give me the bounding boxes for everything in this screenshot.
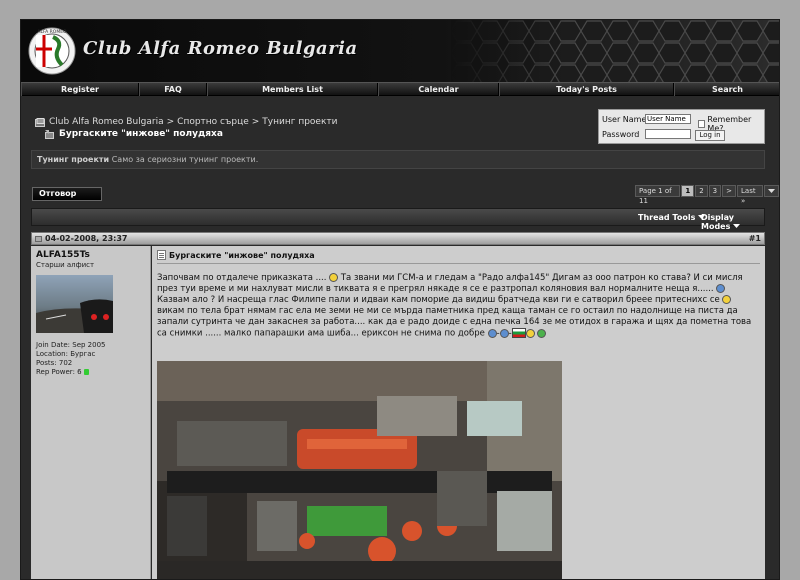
post-date: 04-02-2008, 23:37 — [45, 234, 128, 243]
page-3[interactable]: 3 — [708, 185, 722, 197]
smiley-icon — [716, 284, 726, 293]
breadcrumb-separator: > — [166, 117, 175, 127]
last-page[interactable]: Last » — [737, 185, 763, 205]
pagination-label: Page 1 of 11 — [635, 185, 681, 205]
post-header: 04-02-2008, 23:37 #1 — [31, 232, 765, 245]
author-rep-power: Rep Power: 6 — [36, 368, 82, 376]
logo-text: ALFA ROMEO — [37, 29, 67, 35]
forum-home-icon[interactable] — [35, 117, 46, 127]
engine-photo[interactable] — [157, 361, 562, 580]
forum-name[interactable]: Тунинг проекти — [37, 155, 109, 164]
nav-faq[interactable]: FAQ — [139, 83, 207, 96]
post-title-row: Бургаските "инжове" полудяха — [157, 250, 760, 264]
login-button[interactable]: Log in — [695, 130, 725, 141]
next-page[interactable]: > — [722, 185, 736, 197]
password-label: Password — [602, 130, 640, 139]
post-author-title: Старши алфист — [36, 261, 95, 269]
post-text: Започвам по отдалече приказката .... Та … — [157, 273, 752, 339]
breadcrumb-thread-title: Бургаските "инжове" полудяха — [59, 129, 223, 139]
reputation-dot-icon — [83, 369, 89, 375]
breadcrumb-tuning-projects[interactable]: Тунинг проекти — [262, 117, 337, 127]
chevron-down-icon — [768, 189, 775, 193]
page-2[interactable]: 2 — [695, 185, 708, 197]
post-date-icon — [35, 236, 42, 242]
login-box: User Name Remember Me? Password Log in — [598, 109, 765, 144]
password-input[interactable] — [645, 129, 691, 139]
smiley-icon — [487, 328, 497, 338]
smiley-icon — [329, 273, 339, 282]
hex-pattern-decoration — [451, 20, 779, 82]
forum-description-bar: Тунинг проекти Само за сериозни тунинг п… — [31, 150, 765, 169]
nav-search[interactable]: Search — [674, 83, 779, 96]
author-posts: Posts: 702 — [36, 359, 73, 367]
alfa-romeo-logo: ALFA ROMEO — [28, 27, 76, 75]
nav-members-list[interactable]: Members List — [207, 83, 378, 96]
nav-calendar[interactable]: Calendar — [378, 83, 499, 96]
post-title: Бургаските "инжове" полудяха — [169, 250, 315, 260]
display-modes-label: Display Modes — [701, 213, 734, 231]
breadcrumb-separator: > — [251, 117, 260, 127]
document-icon — [157, 250, 166, 260]
post-content: Бургаските "инжове" полудяха Започвам по… — [152, 246, 765, 580]
post-text-part-3: Казвам ало ? И насреща глас Филипе пали … — [157, 295, 723, 305]
bulgarian-flag-icon — [511, 328, 526, 338]
thread-tools-bar: Thread Tools Display Modes — [31, 208, 765, 231]
post-number[interactable]: #1 — [749, 234, 761, 243]
page-1: 1 — [681, 185, 695, 197]
post-author-meta: Join Date: Sep 2005 Location: Бургас Pos… — [36, 341, 145, 377]
thread-tools-label: Thread Tools — [638, 213, 696, 222]
pagination-menu-button[interactable] — [764, 185, 779, 197]
remember-me-checkbox[interactable] — [698, 120, 706, 128]
forum-page: ALFA ROMEO Club Alfa Romeo Bulgaria Regi… — [20, 19, 780, 580]
smiley-icon — [499, 328, 509, 338]
chevron-down-icon — [733, 224, 741, 228]
display-modes-menu[interactable]: Display Modes — [701, 213, 764, 231]
author-rep-power-row: Rep Power: 6 — [36, 368, 145, 377]
smiley-icon — [722, 295, 732, 304]
thread-icon — [45, 129, 54, 139]
pagination: Page 1 of 11 1 2 3 > Last » — [635, 185, 779, 205]
smiley-icon — [537, 328, 547, 338]
post-text-part-1: Започвам по отдалече приказката .... — [157, 273, 330, 283]
nav-todays-posts[interactable]: Today's Posts — [499, 83, 674, 96]
post-author-panel: ALFA155Ts Старши алфист Join Date: Sep 2… — [31, 246, 151, 579]
site-title: Club Alfa Romeo Bulgaria — [83, 38, 358, 59]
thread-tools-menu[interactable]: Thread Tools — [638, 213, 706, 222]
breadcrumb: Club Alfa Romeo Bulgaria > Спортно сърце… — [35, 116, 338, 140]
nav-register[interactable]: Register — [21, 83, 139, 96]
post-author-username[interactable]: ALFA155Ts — [36, 250, 145, 260]
breadcrumb-home[interactable]: Club Alfa Romeo Bulgaria — [49, 117, 164, 127]
author-join-date: Join Date: Sep 2005 — [36, 341, 106, 349]
forum-description: Само за сериозни тунинг проекти. — [111, 155, 259, 164]
smiley-icon — [525, 328, 535, 338]
site-header: ALFA ROMEO Club Alfa Romeo Bulgaria — [21, 20, 779, 82]
reply-button[interactable]: Отговор — [32, 187, 102, 201]
username-input[interactable] — [645, 114, 691, 124]
user-avatar[interactable] — [36, 275, 113, 333]
author-location: Location: Бургас — [36, 350, 96, 358]
breadcrumb-sport-heart[interactable]: Спортно сърце — [177, 117, 249, 127]
main-navbar: Register FAQ Members List Calendar Today… — [21, 82, 779, 96]
post: ALFA155Ts Старши алфист Join Date: Sep 2… — [31, 246, 765, 580]
username-label: User Name — [602, 115, 647, 124]
post-text-part-4: викам по тела брат нямам гас ела ме земи… — [157, 306, 752, 339]
